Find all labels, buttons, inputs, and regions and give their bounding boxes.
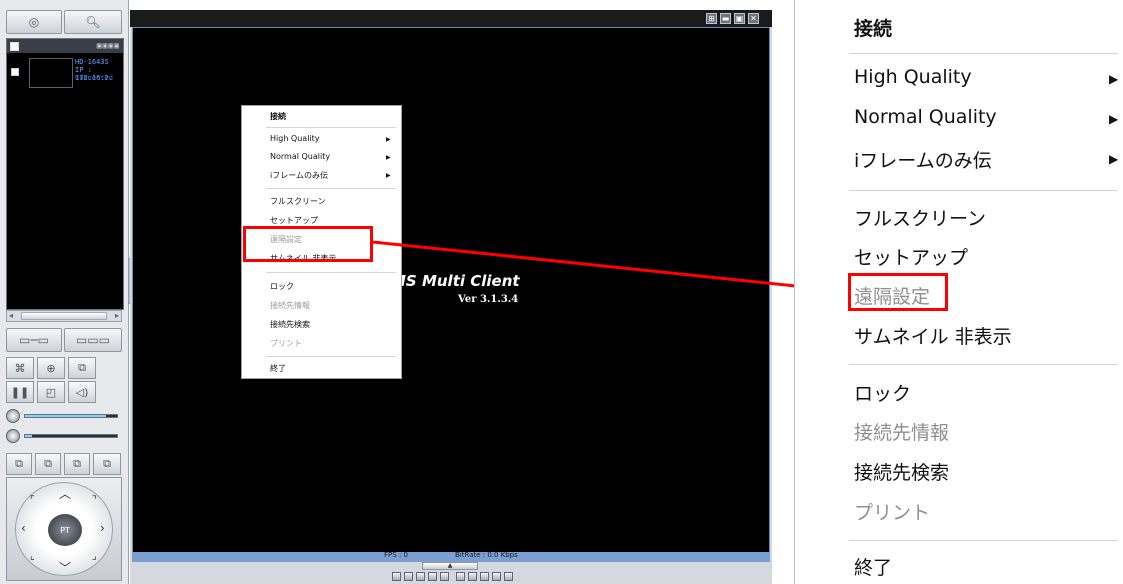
zoom-menu-item-print: プリント xyxy=(854,502,931,524)
menu-divider xyxy=(849,190,1118,191)
submenu-arrow-icon: ▶ xyxy=(1109,112,1119,126)
zoom-menu-item-hide-thumbnail[interactable]: サムネイル 非表示 xyxy=(854,322,1012,349)
zoom-menu-item-search-connection[interactable]: 接続先検索 xyxy=(854,458,949,485)
menu-divider xyxy=(849,53,1118,54)
zoom-menu-item-connect[interactable]: 接続 xyxy=(854,14,892,41)
zoom-menu-item-lock[interactable]: ロック xyxy=(854,379,911,406)
submenu-arrow-icon: ▶ xyxy=(1109,72,1119,86)
zoomed-context-menu: 接続 High Quality ▶ Normal Quality ▶ iフレーム… xyxy=(794,0,1123,584)
menu-divider xyxy=(849,364,1118,365)
submenu-arrow-icon: ▶ xyxy=(1109,152,1119,166)
menu-divider xyxy=(849,540,1118,541)
zoom-menu-item-exit[interactable]: 終了 xyxy=(854,553,892,580)
zoom-menu-item-normal-quality[interactable]: Normal Quality xyxy=(854,106,997,128)
zoom-menu-item-iframe-only[interactable]: iフレームのみ伝 xyxy=(854,146,992,173)
zoom-menu-item-setup[interactable]: セットアップ xyxy=(854,243,968,270)
zoom-menu-item-fullscreen[interactable]: フルスクリーン xyxy=(854,204,986,231)
zoom-menu-item-high-quality[interactable]: High Quality xyxy=(854,66,972,88)
highlight-box-large xyxy=(848,273,948,311)
zoom-menu-item-connection-info: 接続先情報 xyxy=(854,422,950,444)
